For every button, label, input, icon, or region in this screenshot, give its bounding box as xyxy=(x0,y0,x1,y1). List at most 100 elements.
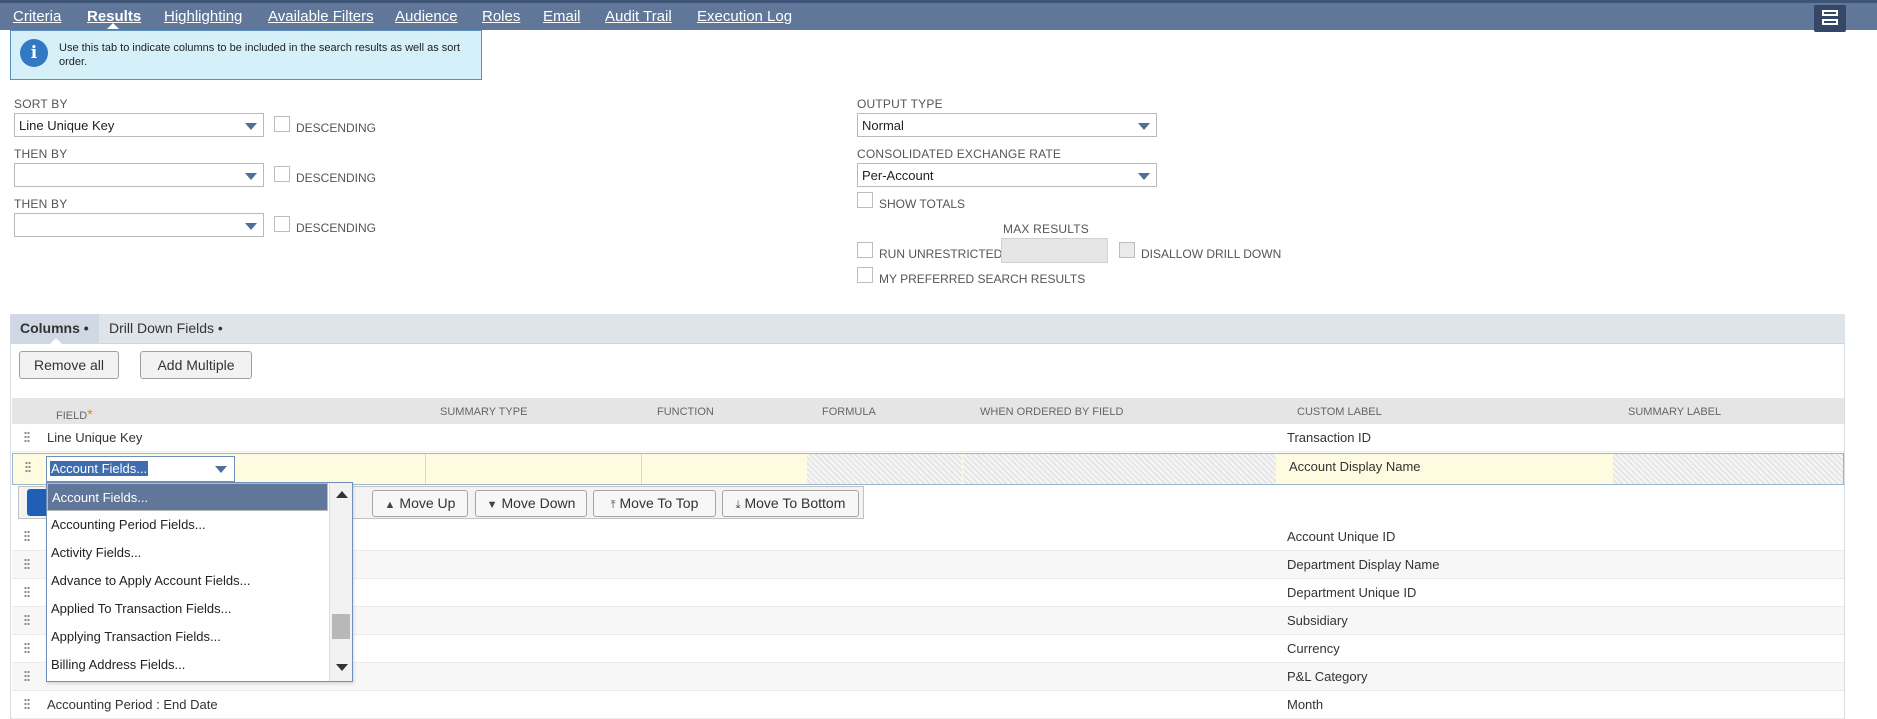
tab-audit-trail[interactable]: Audit Trail xyxy=(605,8,672,25)
drag-handle-icon[interactable] xyxy=(24,431,30,443)
drag-handle-icon[interactable] xyxy=(24,642,30,654)
descending-checkbox-2[interactable] xyxy=(274,166,290,182)
field-select-value: Account Fields... xyxy=(50,461,149,476)
scroll-up-icon[interactable] xyxy=(336,491,348,498)
tab-available-filters[interactable]: Available Filters xyxy=(268,8,374,25)
chevron-down-icon xyxy=(245,223,257,230)
col-custom-label: CUSTOM LABEL xyxy=(1297,406,1382,418)
active-tab-caret xyxy=(107,23,119,29)
subtab-drill-down-fields[interactable]: Drill Down Fields • xyxy=(99,314,233,344)
dropdown-scrollbar[interactable] xyxy=(329,483,352,681)
divider xyxy=(425,454,426,484)
top-tab-bar: Criteria Results Highlighting Available … xyxy=(0,0,1877,32)
info-icon: i xyxy=(20,39,48,67)
my-preferred-label: MY PREFERRED SEARCH RESULTS xyxy=(879,272,1086,286)
chevron-down-icon xyxy=(245,173,257,180)
output-type-label: OUTPUT TYPE xyxy=(857,97,943,111)
tab-email[interactable]: Email xyxy=(543,8,581,25)
dropdown-option[interactable]: Accounting Period Fields... xyxy=(47,511,328,539)
remove-all-button[interactable]: Remove all xyxy=(19,351,119,379)
sort-by-select[interactable]: Line Unique Key xyxy=(14,113,264,137)
table-row[interactable]: Accounting Period : End Date Month xyxy=(12,691,1844,719)
tab-roles[interactable]: Roles xyxy=(482,8,520,25)
chevron-down-icon xyxy=(1138,123,1150,130)
descending-label-2: DESCENDING xyxy=(296,171,377,185)
show-totals-checkbox[interactable] xyxy=(857,192,873,208)
chevron-down-icon xyxy=(245,123,257,130)
row-custom-label: Account Unique ID xyxy=(1287,529,1396,544)
run-unrestricted-checkbox[interactable] xyxy=(857,242,873,258)
field-dropdown-list[interactable]: Account Fields... Accounting Period Fiel… xyxy=(46,482,353,682)
field-select[interactable]: Account Fields... xyxy=(46,456,235,482)
row-field: Line Unique Key xyxy=(47,430,143,445)
menu-icon[interactable] xyxy=(1814,5,1846,32)
my-preferred-checkbox[interactable] xyxy=(857,267,873,283)
then-by-select-1[interactable] xyxy=(14,163,264,187)
formula-cell-disabled xyxy=(807,454,962,484)
tab-execution-log[interactable]: Execution Log xyxy=(697,8,792,25)
subtab-bar: Columns • Drill Down Fields • xyxy=(10,314,1845,344)
col-field-label: FIELD xyxy=(56,410,88,422)
info-box: i Use this tab to indicate columns to be… xyxy=(10,30,482,80)
disallow-drill-down-checkbox[interactable] xyxy=(1119,242,1135,258)
descending-label-1: DESCENDING xyxy=(296,121,377,135)
ok-button[interactable] xyxy=(27,489,47,516)
move-to-bottom-label: Move To Bottom xyxy=(744,495,846,511)
table-row-editing[interactable]: Account Display Name xyxy=(12,453,1844,485)
chevron-down-icon xyxy=(1138,173,1150,180)
edit-custom-label[interactable]: Account Display Name xyxy=(1289,459,1421,474)
move-up-button[interactable]: ▲ Move Up xyxy=(372,490,468,517)
tab-highlighting[interactable]: Highlighting xyxy=(164,8,242,25)
divider xyxy=(641,454,642,484)
dropdown-option[interactable]: Advance to Apply Account Fields... xyxy=(47,567,328,595)
summary-label-cell-disabled xyxy=(1613,454,1843,484)
chevron-down-icon xyxy=(215,466,227,473)
col-summary-label: SUMMARY LABEL xyxy=(1628,406,1722,418)
subtab-drill-down-label: Drill Down Fields • xyxy=(109,320,223,336)
descending-checkbox-1[interactable] xyxy=(274,116,290,132)
row-custom-label: Department Display Name xyxy=(1287,557,1440,572)
dropdown-option[interactable]: Applied To Transaction Fields... xyxy=(47,595,328,623)
required-mark: * xyxy=(87,406,93,422)
row-custom-label: P&L Category xyxy=(1287,669,1368,684)
drag-handle-icon[interactable] xyxy=(24,670,30,682)
table-row[interactable]: Line Unique Key Transaction ID xyxy=(12,424,1844,452)
row-custom-label: Month xyxy=(1287,697,1324,712)
drag-handle-icon[interactable] xyxy=(24,558,30,570)
max-results-label: MAX RESULTS xyxy=(1003,222,1089,236)
move-to-top-button[interactable]: ⤒ Move To Top xyxy=(593,490,716,517)
move-top-icon: ⤒ xyxy=(610,499,616,511)
dropdown-option[interactable]: Applying Transaction Fields... xyxy=(47,623,328,651)
move-to-bottom-button[interactable]: ⤓ Move To Bottom xyxy=(722,490,859,517)
row-custom-label: Subsidiary xyxy=(1287,613,1348,628)
drag-handle-icon[interactable] xyxy=(25,461,31,473)
dropdown-option-selected[interactable]: Account Fields... xyxy=(47,483,328,511)
drag-handle-icon[interactable] xyxy=(24,614,30,626)
add-multiple-button[interactable]: Add Multiple xyxy=(140,351,252,379)
dropdown-option[interactable]: Billing Address Fields... xyxy=(47,651,328,679)
table-header: FIELD* SUMMARY TYPE FUNCTION FORMULA WHE… xyxy=(12,398,1844,424)
row-field: Accounting Period : End Date xyxy=(47,697,218,712)
subtab-columns[interactable]: Columns • xyxy=(10,314,99,344)
when-ordered-cell-disabled xyxy=(963,454,1276,484)
scrollbar-thumb[interactable] xyxy=(332,614,350,639)
then-by-label-1: THEN BY xyxy=(14,147,68,161)
output-type-select[interactable]: Normal xyxy=(857,113,1157,137)
dropdown-option[interactable]: Activity Fields... xyxy=(47,539,328,567)
max-results-input[interactable] xyxy=(1001,238,1108,263)
move-bottom-icon: ⤓ xyxy=(735,499,741,511)
row-custom-label: Department Unique ID xyxy=(1287,585,1417,600)
move-down-button[interactable]: ▼ Move Down xyxy=(475,490,587,517)
descending-checkbox-3[interactable] xyxy=(274,216,290,232)
exchange-rate-select[interactable]: Per-Account xyxy=(857,163,1157,187)
sort-by-label: SORT BY xyxy=(14,97,68,111)
tab-criteria[interactable]: Criteria xyxy=(13,8,61,25)
move-down-label: Move Down xyxy=(501,495,576,511)
show-totals-label: SHOW TOTALS xyxy=(879,197,966,211)
drag-handle-icon[interactable] xyxy=(24,530,30,542)
then-by-select-2[interactable] xyxy=(14,213,264,237)
drag-handle-icon[interactable] xyxy=(24,586,30,598)
tab-audience[interactable]: Audience xyxy=(395,8,458,25)
scroll-down-icon[interactable] xyxy=(336,664,348,671)
drag-handle-icon[interactable] xyxy=(24,698,30,710)
